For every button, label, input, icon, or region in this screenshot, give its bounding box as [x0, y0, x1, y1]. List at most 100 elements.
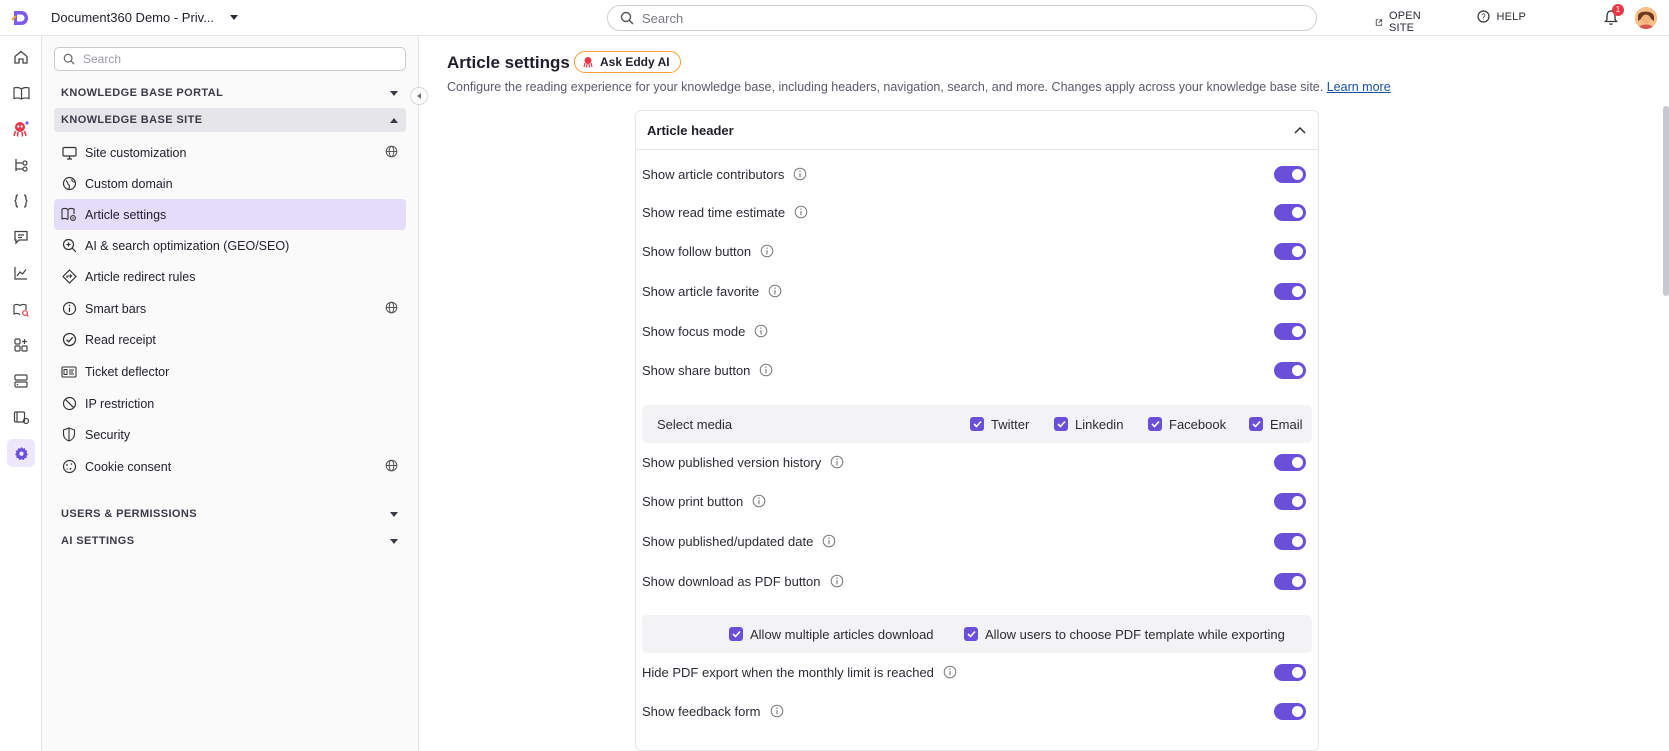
- info-icon[interactable]: [752, 494, 766, 508]
- help-link[interactable]: ? HELP: [1477, 10, 1526, 23]
- section-knowledge-base-site[interactable]: KNOWLEDGE BASE SITE: [54, 108, 406, 132]
- info-icon[interactable]: [793, 167, 807, 181]
- global-search[interactable]: [607, 5, 1317, 31]
- info-icon[interactable]: [822, 534, 836, 548]
- sidebar-item-label: Custom domain: [85, 176, 173, 191]
- setting-row-follow-button: Show follow button: [642, 236, 1312, 266]
- shield-icon: [61, 427, 77, 443]
- info-icon[interactable]: [754, 324, 768, 338]
- card-title: Article header: [647, 122, 734, 138]
- checkbox-checked-icon: [1249, 417, 1263, 431]
- setting-label: Show download as PDF button: [642, 573, 821, 589]
- sidebar-item-site-customization[interactable]: Site customization: [54, 137, 406, 168]
- checkbox-email[interactable]: Email: [1249, 417, 1303, 432]
- select-media-panel: Select media Twitter Linkedin Facebook E…: [642, 405, 1312, 443]
- sidebar-item-ai-search-optimization[interactable]: AI & search optimization (GEO/SEO): [54, 230, 406, 261]
- kb-settings-icon[interactable]: [11, 407, 31, 427]
- checkbox-multiple-articles-download[interactable]: Allow multiple articles download: [729, 627, 934, 642]
- toggle-switch[interactable]: [1274, 573, 1306, 590]
- select-media-label: Select media: [657, 416, 733, 432]
- notifications-button[interactable]: 1: [1603, 4, 1624, 27]
- info-icon[interactable]: [770, 704, 784, 718]
- main-scrollbar[interactable]: [1663, 106, 1669, 296]
- section-ai-settings[interactable]: AI SETTINGS: [54, 529, 406, 553]
- setting-row-article-favorite: Show article favorite: [642, 276, 1312, 306]
- info-icon[interactable]: [794, 205, 808, 219]
- toggle-switch[interactable]: [1274, 204, 1306, 221]
- toggle-switch[interactable]: [1274, 323, 1306, 340]
- user-avatar[interactable]: [1635, 7, 1657, 29]
- article-settings-icon: [61, 207, 77, 223]
- storage-icon[interactable]: [11, 371, 31, 391]
- setting-row-print-button: Show print button: [642, 486, 1312, 516]
- info-icon[interactable]: [830, 455, 844, 469]
- document360-logo-icon[interactable]: [10, 8, 30, 28]
- project-switcher[interactable]: Document360 Demo - Priv...: [51, 10, 239, 25]
- setting-label: Hide PDF export when the monthly limit i…: [642, 664, 934, 680]
- open-site-link[interactable]: OPEN SITE: [1375, 10, 1426, 34]
- chevron-up-icon: [390, 117, 398, 123]
- sidebar-item-read-receipt[interactable]: Read receipt: [54, 324, 406, 355]
- toggle-switch[interactable]: [1274, 166, 1306, 183]
- sidebar-item-label: Ticket deflector: [85, 364, 170, 379]
- info-icon[interactable]: [943, 665, 957, 679]
- sidebar-search-input[interactable]: [83, 52, 393, 66]
- checkbox-choose-pdf-template[interactable]: Allow users to choose PDF template while…: [964, 627, 1285, 642]
- setting-label: Show published/updated date: [642, 533, 814, 549]
- drive-search-icon[interactable]: [11, 299, 31, 319]
- info-icon[interactable]: [768, 284, 782, 298]
- settings-gear-icon[interactable]: [7, 439, 35, 467]
- toggle-switch[interactable]: [1274, 283, 1306, 300]
- toggle-switch[interactable]: [1274, 243, 1306, 260]
- global-search-input[interactable]: [642, 10, 1282, 26]
- api-icon[interactable]: [11, 191, 31, 211]
- toggle-switch[interactable]: [1274, 493, 1306, 510]
- globe-icon: [385, 459, 398, 475]
- toggle-switch[interactable]: [1274, 362, 1306, 379]
- checkbox-linkedin[interactable]: Linkedin: [1054, 417, 1123, 432]
- redirect-icon: [61, 269, 77, 285]
- ask-eddy-button[interactable]: Ask Eddy AI: [574, 51, 681, 73]
- home-icon[interactable]: [11, 47, 31, 67]
- documentation-icon[interactable]: [11, 83, 31, 103]
- help-circle-icon: ?: [1477, 10, 1491, 23]
- setting-label: Show read time estimate: [642, 204, 786, 220]
- toggle-switch[interactable]: [1274, 454, 1306, 471]
- info-icon[interactable]: [760, 244, 774, 258]
- toggle-switch[interactable]: [1274, 664, 1306, 681]
- sidebar-search[interactable]: [54, 47, 406, 71]
- learn-more-link[interactable]: Learn more: [1327, 80, 1391, 94]
- sidebar-item-label: IP restriction: [85, 396, 155, 411]
- collapse-sidebar-button[interactable]: [410, 87, 428, 105]
- feedback-icon[interactable]: [11, 227, 31, 247]
- chevron-down-icon: [390, 538, 398, 544]
- toggle-switch[interactable]: [1274, 703, 1306, 720]
- chevron-down-icon: [390, 90, 398, 96]
- checkbox-facebook[interactable]: Facebook: [1148, 417, 1226, 432]
- sidebar-item-custom-domain[interactable]: Custom domain: [54, 168, 406, 199]
- section-users-permissions[interactable]: USERS & PERMISSIONS: [54, 502, 406, 526]
- info-icon[interactable]: [759, 363, 773, 377]
- sidebar-item-smart-bars[interactable]: Smart bars: [54, 293, 406, 324]
- analytics-icon[interactable]: [11, 263, 31, 283]
- workflow-icon[interactable]: [11, 155, 31, 175]
- checkbox-checked-icon: [970, 417, 984, 431]
- setting-label: Show print button: [642, 493, 744, 509]
- sidebar-item-ip-restriction[interactable]: IP restriction: [54, 388, 406, 419]
- eddy-ai-icon[interactable]: [11, 119, 31, 139]
- sidebar-item-ticket-deflector[interactable]: Ticket deflector: [54, 356, 406, 387]
- toggle-switch[interactable]: [1274, 533, 1306, 550]
- sidebar-item-security[interactable]: Security: [54, 419, 406, 450]
- sidebar-item-cookie-consent[interactable]: Cookie consent: [54, 451, 406, 482]
- pdf-options-panel: Allow multiple articles download Allow u…: [642, 615, 1312, 653]
- integrations-icon[interactable]: [11, 335, 31, 355]
- info-icon[interactable]: [830, 574, 844, 588]
- checkbox-twitter[interactable]: Twitter: [970, 417, 1029, 432]
- sidebar-item-article-settings[interactable]: Article settings: [54, 199, 406, 230]
- article-header-card-header[interactable]: Article header: [636, 111, 1318, 150]
- sidebar-item-article-redirect-rules[interactable]: Article redirect rules: [54, 261, 406, 292]
- setting-row-hide-pdf-export: Hide PDF export when the monthly limit i…: [642, 657, 1312, 687]
- project-name: Document360 Demo - Priv...: [51, 10, 215, 25]
- section-knowledge-base-portal[interactable]: KNOWLEDGE BASE PORTAL: [54, 81, 406, 105]
- checkbox-checked-icon: [964, 627, 978, 641]
